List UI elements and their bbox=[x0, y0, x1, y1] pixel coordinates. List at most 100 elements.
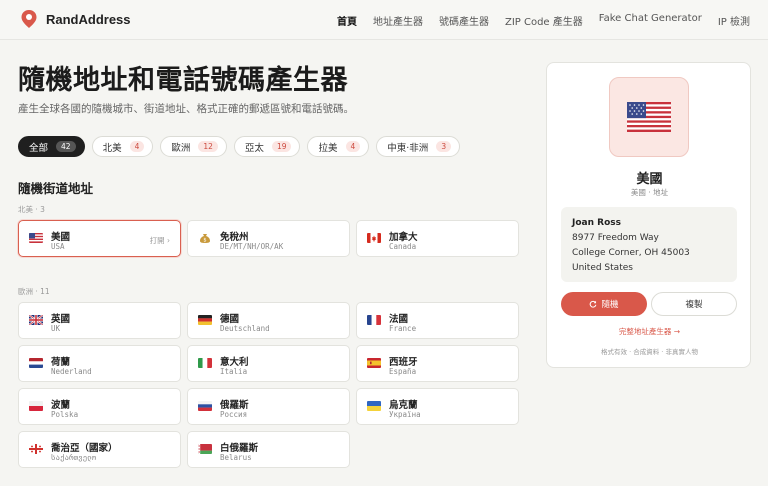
country-code: Nederland bbox=[51, 367, 92, 376]
country-code: UK bbox=[51, 324, 61, 333]
section-title: 隨機街道地址 bbox=[18, 181, 94, 196]
country-card-germany[interactable]: 德國 Deutschland bbox=[187, 302, 350, 339]
copy-button[interactable]: 複製 bbox=[651, 292, 737, 316]
main-nav: 首頁 地址產生器 號碼產生器 ZIP Code 產生器 Fake Chat Ge… bbox=[337, 13, 750, 28]
country-code: საქართველო bbox=[51, 453, 97, 462]
top-navigation-bar: RandAddress 首頁 地址產生器 號碼產生器 ZIP Code 產生器 … bbox=[0, 0, 768, 40]
country-name: 烏克蘭 bbox=[389, 400, 418, 411]
country-code: Canada bbox=[389, 242, 417, 251]
italy-flag-icon bbox=[198, 358, 212, 368]
filter-count: 3 bbox=[436, 141, 452, 152]
russia-flag-icon bbox=[198, 401, 212, 411]
uk-flag-icon bbox=[29, 315, 43, 325]
address-city-state-zip: College Corner, OH 45003 bbox=[572, 248, 690, 258]
country-card-italy[interactable]: 意大利 Italia bbox=[187, 345, 350, 382]
country-card-netherlands[interactable]: 荷蘭 Nederland bbox=[18, 345, 181, 382]
filter-count: 4 bbox=[345, 141, 361, 152]
country-name: 白俄羅斯 bbox=[220, 443, 259, 454]
canada-flag-icon bbox=[367, 233, 381, 243]
country-name: 荷蘭 bbox=[51, 357, 71, 368]
country-code: Italia bbox=[220, 367, 248, 376]
address-country: United States bbox=[572, 263, 633, 273]
filter-all[interactable]: 全部 42 bbox=[18, 136, 85, 157]
germany-flag-icon bbox=[198, 315, 212, 325]
group-label-europe: 歐洲 · 11 bbox=[18, 287, 50, 296]
filter-label: 中東·非洲 bbox=[387, 142, 429, 154]
country-name: 加拿大 bbox=[389, 232, 418, 243]
money-bag-icon: $ bbox=[200, 234, 210, 243]
filter-label: 拉美 bbox=[318, 142, 338, 154]
filter-label: 亞太 bbox=[244, 142, 264, 154]
poland-flag-icon bbox=[29, 401, 43, 411]
country-code: Україна bbox=[389, 410, 421, 419]
generated-address-box: Joan Ross 8977 Freedom Way College Corne… bbox=[561, 207, 737, 282]
randomize-label: 隨機 bbox=[601, 300, 619, 310]
country-code: DE/MT/NH/OR/AK bbox=[220, 242, 284, 251]
selected-country-name: 美國 bbox=[636, 172, 663, 187]
filter-middle-east-africa[interactable]: 中東·非洲 3 bbox=[376, 136, 461, 157]
country-code: Россия bbox=[220, 410, 248, 419]
country-card-tax-free-states[interactable]: $ 免稅州 DE/MT/NH/OR/AK bbox=[187, 220, 350, 257]
page-subtitle: 產生全球各國的隨機城市、街道地址、格式正確的郵遞區號和電話號碼。 bbox=[18, 103, 354, 115]
us-flag-large-icon bbox=[627, 102, 671, 132]
country-card-france[interactable]: 法國 France bbox=[356, 302, 519, 339]
filter-asia-pacific[interactable]: 亞太 19 bbox=[233, 136, 301, 157]
country-card-belarus[interactable]: 白俄羅斯 Belarus bbox=[187, 431, 350, 468]
country-card-poland[interactable]: 波蘭 Polska bbox=[18, 388, 181, 425]
filter-count: 4 bbox=[129, 141, 145, 152]
brand[interactable]: RandAddress bbox=[20, 9, 131, 29]
country-card-georgia[interactable]: 喬治亞（國家） საქართველო bbox=[18, 431, 181, 468]
nav-ip-check[interactable]: IP 檢測 bbox=[718, 13, 750, 28]
group-label-north-america: 北美 · 3 bbox=[18, 205, 45, 214]
country-card-uk[interactable]: 英國 UK bbox=[18, 302, 181, 339]
nav-number-generator[interactable]: 號碼產生器 bbox=[439, 13, 489, 28]
country-card-ukraine[interactable]: 烏克蘭 Україна bbox=[356, 388, 519, 425]
filter-count: 19 bbox=[271, 141, 292, 152]
country-card-spain[interactable]: 西班牙 España bbox=[356, 345, 519, 382]
country-name: 德國 bbox=[220, 314, 240, 325]
netherlands-flag-icon bbox=[29, 358, 43, 368]
filter-label: 北美 bbox=[102, 142, 122, 154]
nav-zip-code-generator[interactable]: ZIP Code 產生器 bbox=[505, 13, 583, 28]
selected-flag-tile bbox=[609, 77, 689, 157]
nav-fake-chat-generator[interactable]: Fake Chat Generator bbox=[599, 13, 702, 28]
region-filter-chips: 全部 42 北美 4 歐洲 12 亞太 19 拉美 4 中東·非洲 3 bbox=[18, 136, 461, 157]
filter-label: 歐洲 bbox=[171, 142, 191, 154]
page-title: 隨機地址和電話號碼產生器 bbox=[18, 65, 348, 96]
address-street: 8977 Freedom Way bbox=[572, 233, 659, 243]
filter-latin-america[interactable]: 拉美 4 bbox=[307, 136, 370, 157]
us-flag-icon bbox=[29, 233, 43, 243]
country-name: 美國 bbox=[51, 232, 71, 243]
country-name: 西班牙 bbox=[389, 357, 418, 368]
country-code: Deutschland bbox=[220, 324, 270, 333]
country-name: 免稅州 bbox=[220, 232, 249, 243]
country-card-russia[interactable]: 俄羅斯 Россия bbox=[187, 388, 350, 425]
country-name: 法國 bbox=[389, 314, 409, 325]
filter-north-america[interactable]: 北美 4 bbox=[91, 136, 154, 157]
filter-count: 12 bbox=[198, 141, 218, 152]
country-card-usa[interactable]: 美國 USA 打開 › bbox=[18, 220, 181, 257]
refresh-icon bbox=[590, 300, 597, 308]
country-code: USA bbox=[51, 242, 65, 251]
ukraine-flag-icon bbox=[367, 401, 381, 411]
svg-text:$: $ bbox=[203, 238, 206, 243]
country-name: 波蘭 bbox=[51, 400, 71, 411]
address-preview-panel: 美國 美國 · 地址 Joan Ross 8977 Freedom Way Co… bbox=[546, 62, 751, 368]
filter-europe[interactable]: 歐洲 12 bbox=[160, 136, 227, 157]
filter-count: 42 bbox=[56, 141, 76, 152]
full-address-generator-link[interactable]: 完整地址產生器 → bbox=[547, 326, 752, 337]
country-name: 喬治亞（國家） bbox=[51, 443, 118, 454]
country-name: 俄羅斯 bbox=[220, 400, 249, 411]
country-code: France bbox=[389, 324, 417, 333]
nav-address-generator[interactable]: 地址產生器 bbox=[373, 13, 423, 28]
panel-footnote: 格式有效 · 合成資料 · 非真實人物 bbox=[601, 348, 698, 356]
belarus-flag-icon bbox=[198, 444, 212, 454]
nav-home[interactable]: 首頁 bbox=[337, 13, 357, 28]
country-card-canada[interactable]: 加拿大 Canada bbox=[356, 220, 519, 257]
country-name: 意大利 bbox=[220, 357, 249, 368]
country-code: Polska bbox=[51, 410, 79, 419]
randomize-button[interactable]: 隨機 bbox=[561, 292, 647, 316]
open-link[interactable]: 打開 › bbox=[150, 235, 170, 246]
country-code: España bbox=[389, 367, 417, 376]
spain-flag-icon bbox=[367, 358, 381, 368]
